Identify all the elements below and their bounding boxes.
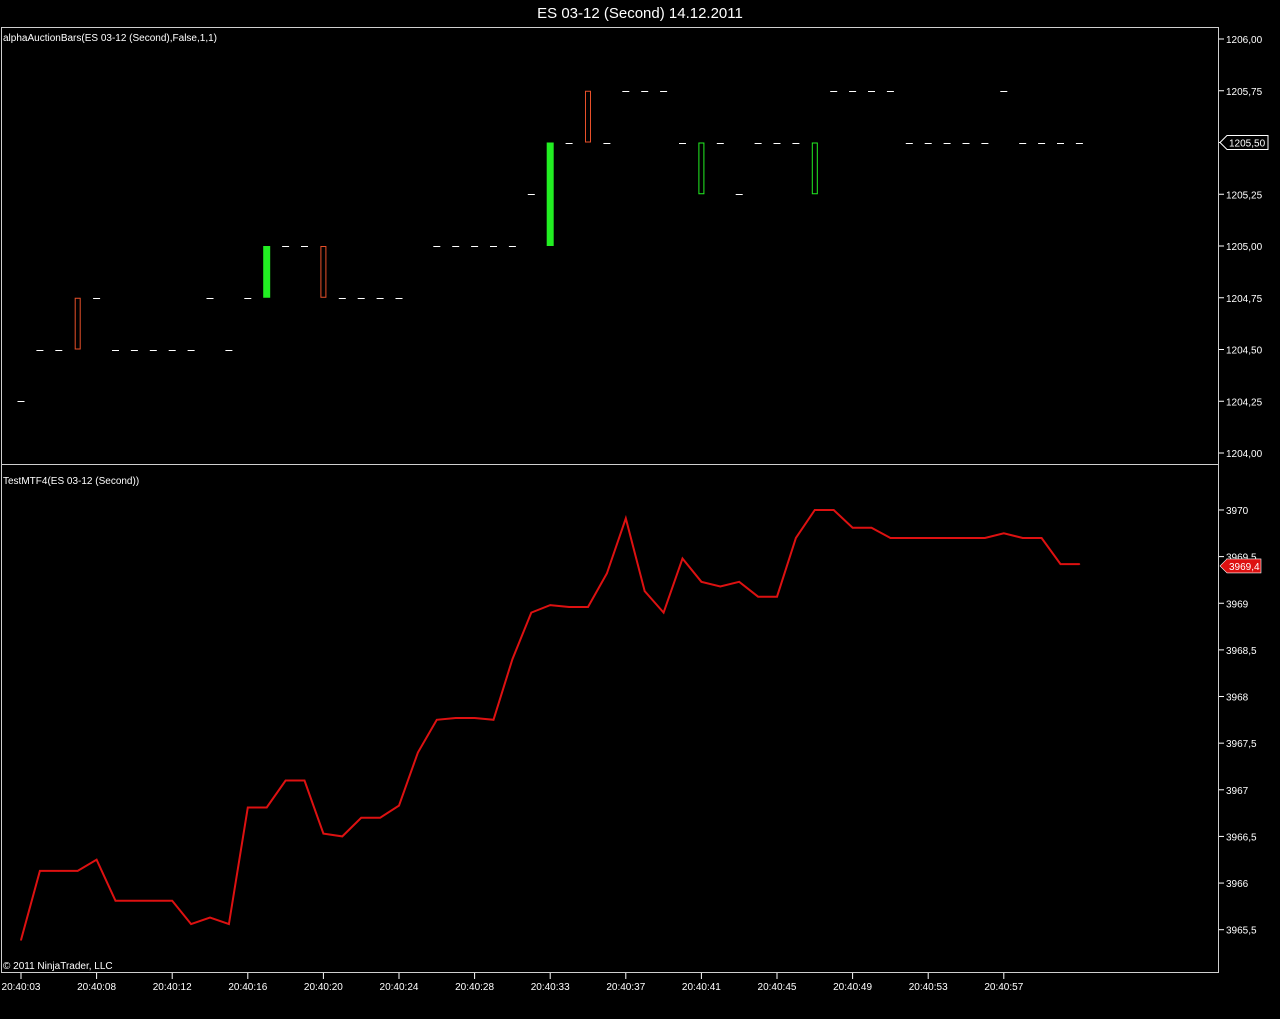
indicator-data-point xyxy=(587,606,589,608)
indicator-data-point xyxy=(95,858,98,861)
last-value-text: 3969,4 xyxy=(1229,562,1260,573)
indicator-data-point xyxy=(643,590,646,592)
indicator-data-point xyxy=(398,804,400,807)
indicator-data-point xyxy=(511,658,514,661)
indicator-data-point xyxy=(152,899,155,902)
indicator-data-point xyxy=(738,580,740,583)
indicator-series-line xyxy=(20,509,1080,941)
indicator-data-point xyxy=(984,537,986,539)
indicator-data-point xyxy=(927,537,929,539)
indicator-axis-label: 3968,5 xyxy=(1226,646,1257,657)
indicator-axis-label: 3967 xyxy=(1226,786,1249,797)
price-axis-label: 1204,50 xyxy=(1226,346,1263,357)
time-axis-label: 20:40:12 xyxy=(153,982,192,993)
time-axis-label: 20:40:33 xyxy=(531,982,570,993)
indicator-data-point xyxy=(795,537,797,539)
indicator-data-point xyxy=(625,517,627,520)
indicator-data-point xyxy=(776,595,778,598)
indicator-data-point xyxy=(1078,563,1081,565)
indicator-data-point xyxy=(114,899,117,902)
indicator-data-point xyxy=(1059,563,1062,565)
indicator-data-point xyxy=(76,870,79,872)
indicator-axis-label: 3966,5 xyxy=(1226,832,1257,843)
price-axis-label: 1205,75 xyxy=(1226,87,1263,98)
time-axis-label: 20:40:41 xyxy=(682,982,721,993)
indicator-data-point xyxy=(247,806,249,809)
indicator-data-point xyxy=(814,509,816,511)
indicator-data-point xyxy=(473,717,476,719)
price-axis-label: 1204,25 xyxy=(1226,397,1263,408)
indicator-data-point xyxy=(303,779,306,782)
indicator-data-point xyxy=(360,816,363,819)
indicator-data-point xyxy=(322,832,325,835)
indicator-data-point xyxy=(530,611,533,614)
auction-bar-down-hollow xyxy=(585,90,591,143)
price-axis-label: 1206,00 xyxy=(1226,35,1263,46)
auction-bar-up-solid xyxy=(263,246,271,298)
time-axis-label: 20:40:24 xyxy=(380,982,419,993)
indicator-data-point xyxy=(832,509,835,511)
indicator-data-point xyxy=(454,717,457,719)
time-axis-label: 20:40:53 xyxy=(909,982,948,993)
indicator-axis-label: 3970 xyxy=(1226,506,1249,517)
time-axis-label: 20:40:45 xyxy=(758,982,797,993)
indicator-data-point xyxy=(436,719,438,721)
indicator-axis-label: 3966 xyxy=(1226,879,1249,890)
price-axis-label: 1204,00 xyxy=(1226,449,1263,460)
indicator-data-point xyxy=(965,537,967,539)
time-axis-label: 20:40:28 xyxy=(455,982,494,993)
time-axis-label: 20:40:16 xyxy=(228,982,267,993)
indicator-data-point xyxy=(133,899,136,902)
time-axis-label: 20:40:49 xyxy=(833,982,872,993)
indicator-data-point xyxy=(889,537,892,539)
time-axis-label: 20:40:03 xyxy=(2,982,41,993)
indicator-data-point xyxy=(492,719,495,721)
price-axis-label: 1205,25 xyxy=(1226,190,1263,201)
indicator-data-point xyxy=(379,816,381,819)
indicator-data-point xyxy=(870,526,873,529)
indicator-axis-label: 3968 xyxy=(1226,693,1249,704)
chart-canvas[interactable]: 1206,00 1205,75 1205,50 1205,25 1205,00 1204,… xyxy=(0,0,1280,1019)
indicator-data-point xyxy=(851,526,854,529)
auction-bar-up-solid xyxy=(546,142,554,246)
indicator-data-point xyxy=(209,916,211,919)
indicator-axis-label: 3965,5 xyxy=(1226,926,1257,937)
indicator-data-point xyxy=(606,572,608,575)
time-axis-label: 20:40:08 xyxy=(77,982,116,993)
indicator-data-point xyxy=(908,537,911,539)
time-axis-label: 20:40:37 xyxy=(606,982,645,993)
time-axis-label: 20:40:57 xyxy=(984,982,1023,993)
auction-bar-up-hollow xyxy=(698,142,705,195)
indicator-data-point xyxy=(757,595,759,598)
auction-bar-down-hollow xyxy=(74,297,81,350)
indicator-data-point xyxy=(417,751,419,754)
auction-bar-down-hollow xyxy=(320,246,327,298)
indicator-data-point xyxy=(341,835,344,838)
indicator-data-point xyxy=(946,537,948,539)
indicator-data-point xyxy=(58,870,60,872)
indicator-data-point xyxy=(719,585,722,588)
time-axis-label: 20:40:20 xyxy=(304,982,343,993)
indicator-data-point xyxy=(39,870,41,872)
indicator-data-point xyxy=(700,580,703,583)
indicator-data-point xyxy=(1040,537,1043,539)
indicator-data-point xyxy=(681,557,684,560)
indicator-data-point xyxy=(171,899,173,902)
indicator-data-point xyxy=(568,606,570,608)
price-axis-label: 1205,00 xyxy=(1226,242,1263,253)
indicator-data-point xyxy=(20,939,22,941)
indicator-axis-label: 3969 xyxy=(1226,599,1249,610)
indicator-data-point xyxy=(549,604,551,606)
indicator-data-point xyxy=(1003,532,1005,535)
indicator-data-point xyxy=(1021,537,1024,539)
indicator-data-point xyxy=(284,779,287,782)
indicator-data-point xyxy=(228,923,230,925)
indicator-data-point xyxy=(190,923,192,925)
indicator-axis-label: 3967,5 xyxy=(1226,739,1257,750)
price-axis-label: 1204,75 xyxy=(1226,294,1263,305)
last-price-value: 1205,50 xyxy=(1229,139,1266,150)
indicator-data-point xyxy=(265,806,268,809)
indicator-data-point xyxy=(662,611,665,614)
auction-bar-up-hollow xyxy=(811,142,818,195)
